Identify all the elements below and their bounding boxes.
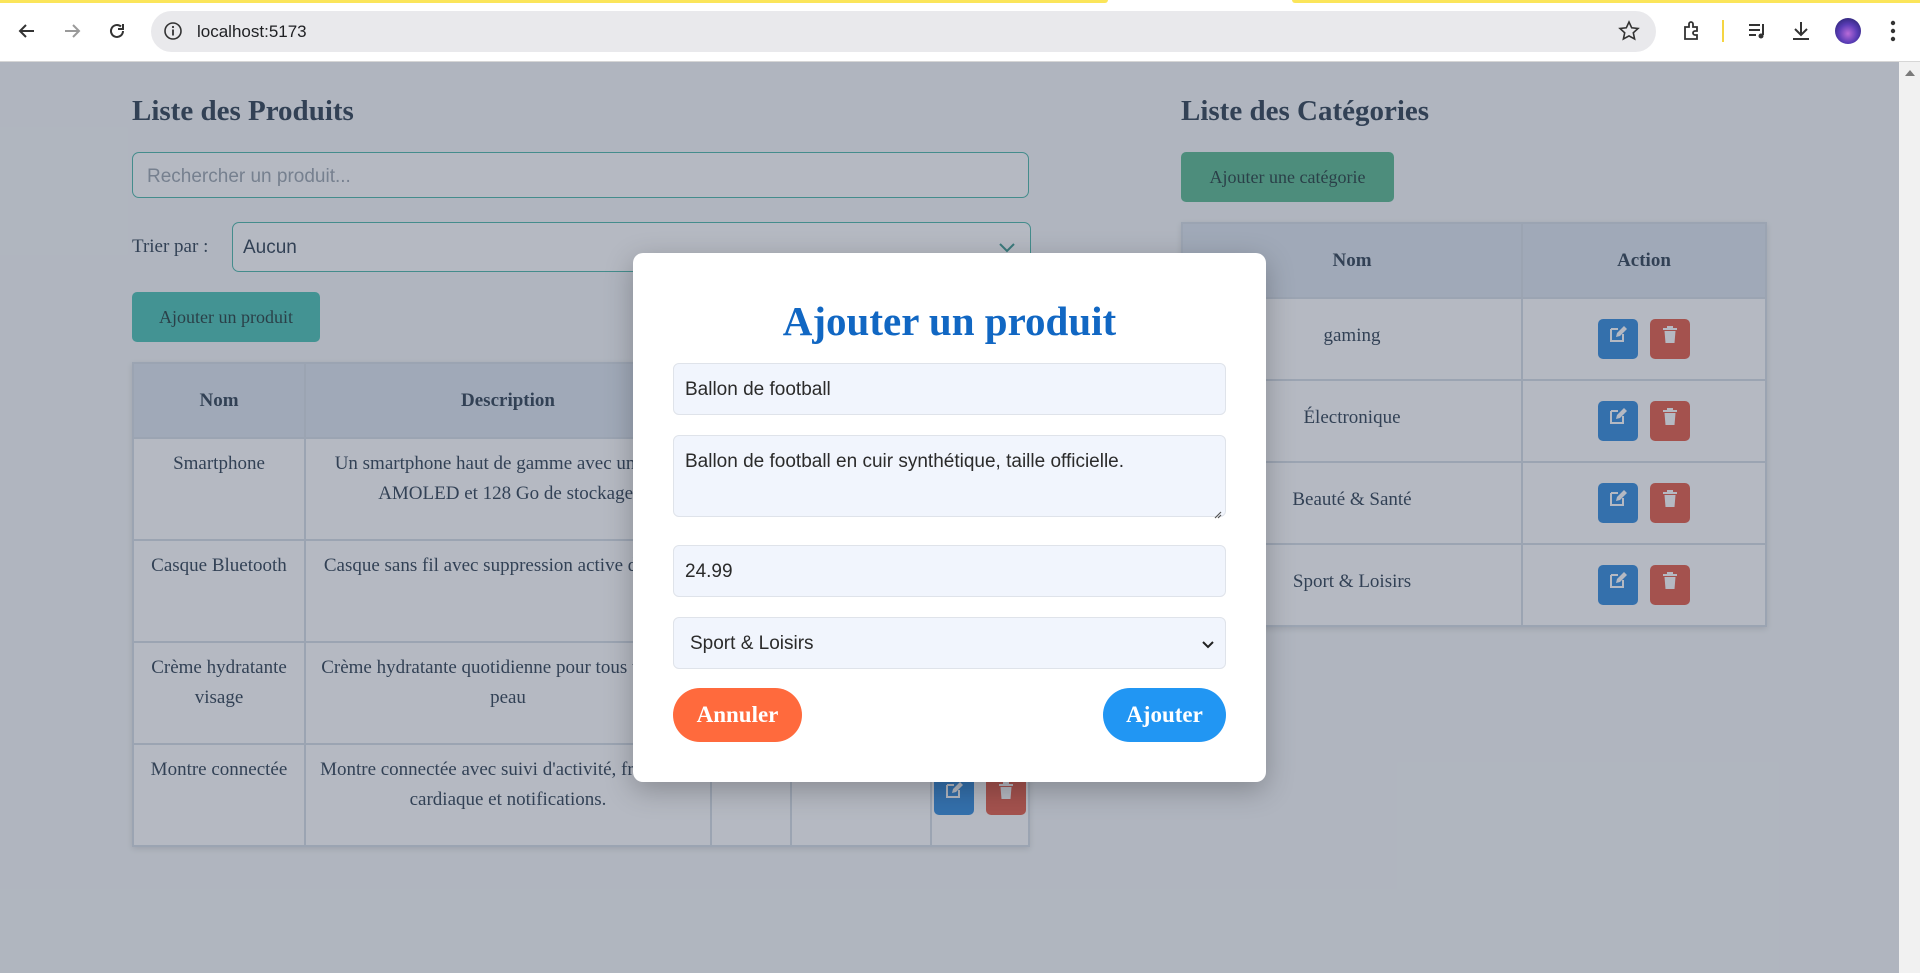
resize-handle-icon[interactable] [1212,503,1222,519]
browser-toolbar: localhost:5173 [0,0,1920,62]
star-icon[interactable] [1618,20,1640,42]
address-bar[interactable]: localhost:5173 [151,11,1656,52]
extensions-icon[interactable] [1679,18,1705,44]
product-price-input[interactable]: 24.99 [673,545,1226,597]
submit-button[interactable]: Ajouter [1103,688,1226,742]
add-product-modal: Ajouter un produit Ballon de football Ba… [633,253,1266,782]
cancel-button[interactable]: Annuler [673,688,802,742]
back-icon[interactable] [10,14,44,48]
tab-strip-accent [0,0,1108,3]
tab-strip-accent [1292,0,1920,3]
product-name-value: Ballon de football [685,379,831,400]
modal-title: Ajouter un produit [782,298,1117,344]
scroll-up-icon[interactable] [1905,70,1915,76]
forward-icon[interactable] [55,14,89,48]
product-category-select[interactable]: Sport & Loisirs [673,617,1226,669]
scrollbar[interactable] [1899,62,1920,973]
menu-icon[interactable] [1880,18,1906,44]
reload-icon[interactable] [100,14,134,48]
product-name-input[interactable]: Ballon de football [673,363,1226,415]
toolbar-divider [1722,20,1724,42]
chevron-down-icon [1201,636,1215,650]
download-icon[interactable] [1788,18,1814,44]
profile-avatar[interactable] [1835,18,1861,44]
url-text[interactable]: localhost:5173 [197,22,307,42]
info-icon[interactable] [163,21,183,41]
product-price-value: 24.99 [685,561,733,582]
product-description-value: Ballon de football en cuir synthétique, … [685,451,1125,472]
product-description-textarea[interactable]: Ballon de football en cuir synthétique, … [673,435,1226,519]
media-icon[interactable] [1745,18,1771,44]
product-category-value: Sport & Loisirs [690,633,814,654]
